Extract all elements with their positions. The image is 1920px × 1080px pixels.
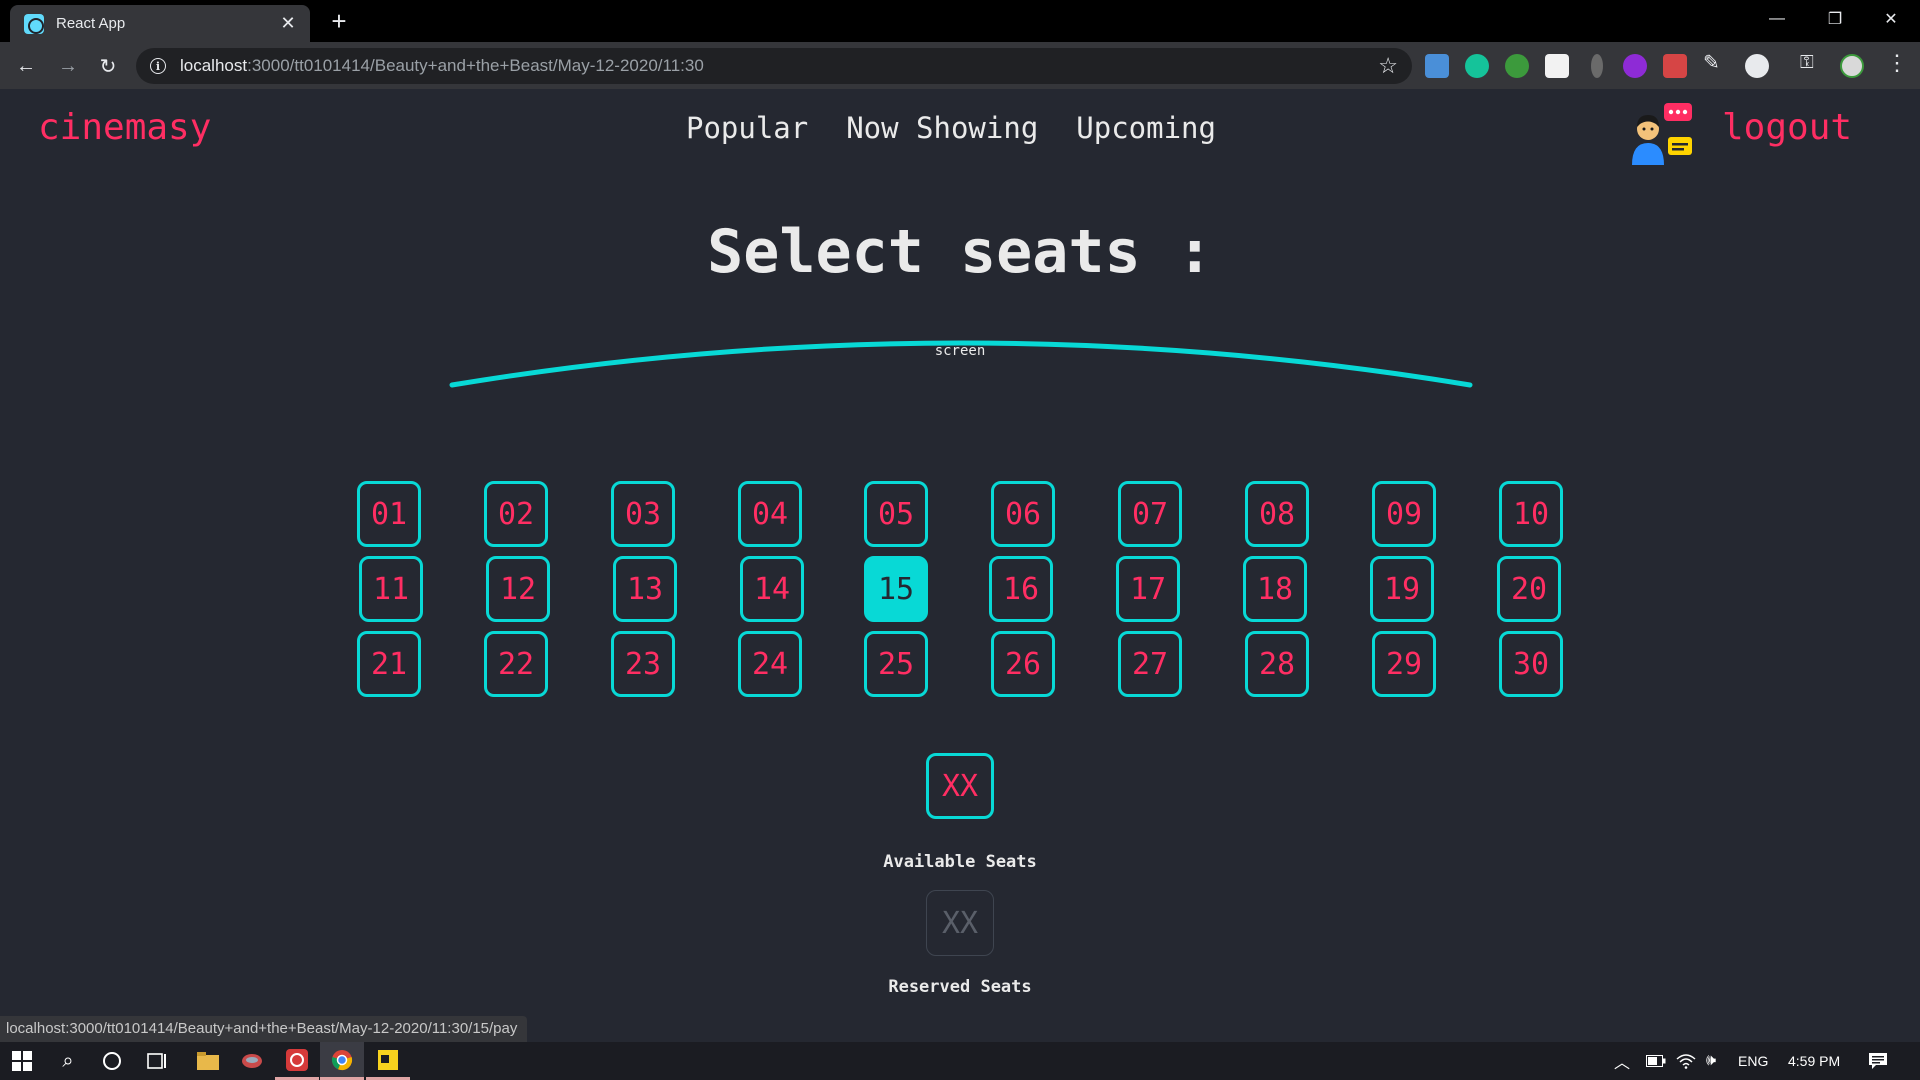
seat-03[interactable]: 03 bbox=[611, 481, 675, 547]
nav-upcoming[interactable]: Upcoming bbox=[1076, 111, 1216, 145]
seat-06[interactable]: 06 bbox=[991, 481, 1055, 547]
close-tab-icon[interactable]: ✕ bbox=[274, 13, 302, 34]
seat-02[interactable]: 02 bbox=[484, 481, 548, 547]
seat-22[interactable]: 22 bbox=[484, 631, 548, 697]
file-explorer-icon[interactable] bbox=[186, 1042, 230, 1080]
forward-icon[interactable]: → bbox=[52, 50, 84, 82]
extension-icon[interactable] bbox=[1425, 54, 1449, 78]
seat-30[interactable]: 30 bbox=[1499, 631, 1563, 697]
language-indicator[interactable]: ENG bbox=[1738, 1042, 1768, 1080]
seat-14[interactable]: 14 bbox=[740, 556, 804, 622]
seat-12[interactable]: 12 bbox=[486, 556, 550, 622]
tab-title: React App bbox=[56, 15, 126, 32]
seat-11[interactable]: 11 bbox=[359, 556, 423, 622]
cortana-icon[interactable] bbox=[90, 1042, 134, 1080]
browser-toolbar: ← → ↻ i localhost:3000/tt0101414/Beauty+… bbox=[0, 42, 1920, 89]
seat-26[interactable]: 26 bbox=[991, 631, 1055, 697]
new-tab-icon[interactable]: + bbox=[324, 6, 354, 36]
show-hidden-icons-icon[interactable]: ︿ bbox=[1614, 1042, 1630, 1080]
seat-28[interactable]: 28 bbox=[1245, 631, 1309, 697]
legend-reserved-label: Reserved Seats bbox=[888, 977, 1032, 997]
chrome-icon[interactable] bbox=[320, 1042, 364, 1080]
seat-13[interactable]: 13 bbox=[613, 556, 677, 622]
seat-27[interactable]: 27 bbox=[1118, 631, 1182, 697]
nav-popular[interactable]: Popular bbox=[686, 111, 808, 145]
seat-23[interactable]: 23 bbox=[611, 631, 675, 697]
profile-avatar-icon[interactable] bbox=[1840, 54, 1864, 78]
battery-icon[interactable] bbox=[1646, 1042, 1666, 1080]
pen-extension-icon[interactable]: ✎ bbox=[1703, 50, 1727, 74]
extension-icon[interactable] bbox=[1623, 54, 1647, 78]
bookmark-star-icon[interactable]: ☆ bbox=[1378, 53, 1398, 79]
site-info-icon[interactable]: i bbox=[150, 58, 166, 74]
url-text: localhost:3000/tt0101414/Beauty+and+the+… bbox=[180, 56, 704, 75]
seat-17[interactable]: 17 bbox=[1116, 556, 1180, 622]
seat-20[interactable]: 20 bbox=[1497, 556, 1561, 622]
seat-15-selected[interactable]: 15 bbox=[864, 556, 928, 622]
seat-05[interactable]: 05 bbox=[864, 481, 928, 547]
notifications-icon[interactable] bbox=[1868, 1042, 1888, 1080]
windows-taskbar: ⌕ ︿ 🕪 ENG 4:59 PM bbox=[0, 1042, 1920, 1080]
seat-25[interactable]: 25 bbox=[864, 631, 928, 697]
back-icon[interactable]: ← bbox=[10, 50, 42, 82]
sticky-notes-icon[interactable] bbox=[366, 1042, 410, 1080]
seat-07[interactable]: 07 bbox=[1118, 481, 1182, 547]
app-icon[interactable] bbox=[230, 1042, 274, 1080]
seat-29[interactable]: 29 bbox=[1372, 631, 1436, 697]
extension-icon[interactable] bbox=[1745, 54, 1769, 78]
task-view-icon[interactable] bbox=[134, 1042, 178, 1080]
react-favicon-icon bbox=[24, 13, 44, 34]
seat-08[interactable]: 08 bbox=[1245, 481, 1309, 547]
page-title: Select seats : bbox=[707, 217, 1213, 287]
seat-04[interactable]: 04 bbox=[738, 481, 802, 547]
volume-icon[interactable]: 🕪 bbox=[1706, 1042, 1716, 1080]
brand-logo[interactable]: cinemasy bbox=[38, 107, 211, 148]
legend-available-sample: XX bbox=[926, 753, 994, 819]
extension-icon[interactable] bbox=[1505, 54, 1529, 78]
browser-menu-icon[interactable]: ⋮ bbox=[1886, 50, 1908, 76]
screen-arc bbox=[449, 340, 1473, 388]
window-close-icon[interactable]: ✕ bbox=[1862, 0, 1920, 38]
seat-09[interactable]: 09 bbox=[1372, 481, 1436, 547]
key-icon[interactable]: ⚿ bbox=[1800, 52, 1824, 76]
wifi-icon[interactable] bbox=[1676, 1042, 1696, 1080]
logout-button[interactable]: logout bbox=[1722, 107, 1852, 148]
legend-reserved-sample: XX bbox=[926, 890, 994, 956]
address-bar[interactable]: i localhost:3000/tt0101414/Beauty+and+th… bbox=[136, 48, 1412, 84]
user-avatar-icon[interactable] bbox=[1626, 97, 1696, 167]
reload-icon[interactable]: ↻ bbox=[92, 50, 124, 82]
seat-01[interactable]: 01 bbox=[357, 481, 421, 547]
seat-18[interactable]: 18 bbox=[1243, 556, 1307, 622]
browser-tab[interactable]: React App ✕ bbox=[10, 5, 310, 42]
main-nav: Popular Now Showing Upcoming bbox=[686, 111, 1216, 145]
extension-icon[interactable] bbox=[1663, 54, 1687, 78]
seat-24[interactable]: 24 bbox=[738, 631, 802, 697]
legend-available-label: Available Seats bbox=[883, 852, 1037, 872]
nav-now-showing[interactable]: Now Showing bbox=[846, 111, 1038, 145]
extension-icon[interactable] bbox=[1591, 54, 1603, 78]
clock[interactable]: 4:59 PM bbox=[1788, 1042, 1840, 1080]
app-page: cinemasy Popular Now Showing Upcoming lo… bbox=[0, 89, 1920, 1042]
seat-10[interactable]: 10 bbox=[1499, 481, 1563, 547]
link-status-bubble: localhost:3000/tt0101414/Beauty+and+the+… bbox=[0, 1016, 528, 1042]
grammarly-icon[interactable] bbox=[1465, 54, 1489, 78]
search-icon[interactable]: ⌕ bbox=[46, 1042, 90, 1080]
windows-start-icon[interactable] bbox=[0, 1042, 44, 1080]
whatsapp-icon[interactable] bbox=[275, 1042, 319, 1080]
minimize-icon[interactable]: — bbox=[1748, 0, 1806, 38]
restore-icon[interactable]: ❐ bbox=[1806, 0, 1864, 38]
seat-19[interactable]: 19 bbox=[1370, 556, 1434, 622]
seat-16[interactable]: 16 bbox=[989, 556, 1053, 622]
screen-label: screen bbox=[934, 343, 986, 359]
seat-21[interactable]: 21 bbox=[357, 631, 421, 697]
notes-extension-icon[interactable] bbox=[1545, 54, 1569, 78]
browser-tab-strip: React App ✕ + — ❐ ✕ bbox=[0, 0, 1920, 42]
